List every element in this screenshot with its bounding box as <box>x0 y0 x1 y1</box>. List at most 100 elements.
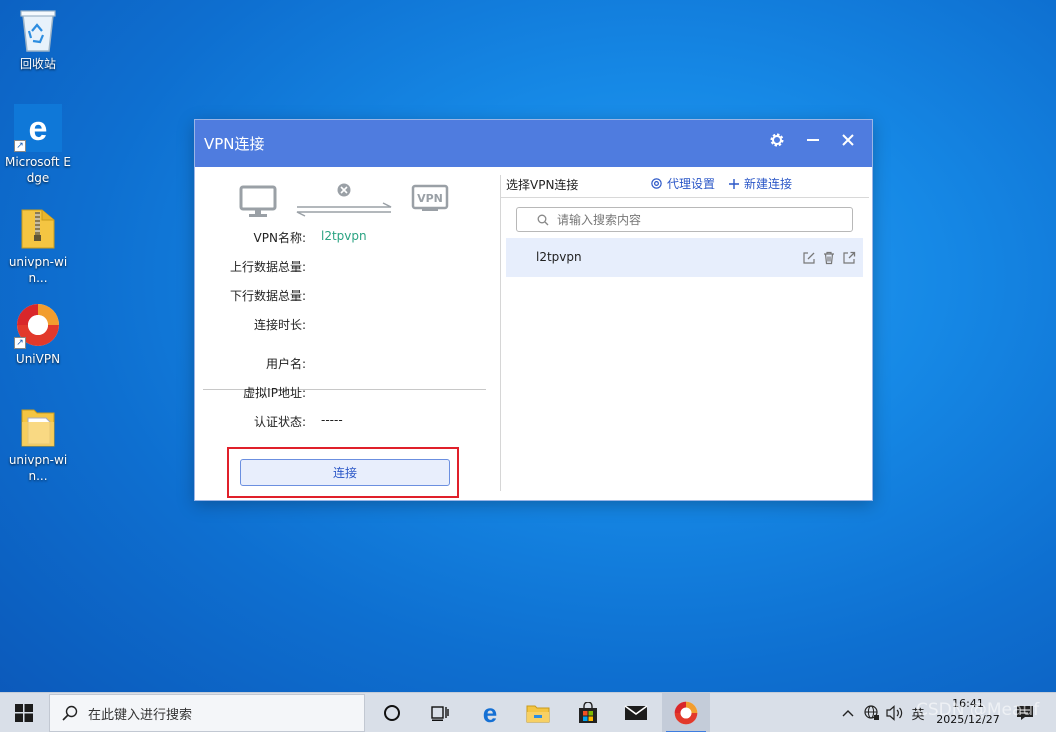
edge-icon: e ↗ <box>14 104 62 152</box>
new-connection-label: 新建连接 <box>744 177 793 191</box>
show-hidden-icons-button[interactable] <box>838 693 858 732</box>
upload-total-label: 上行数据总量: <box>229 260 306 274</box>
vpn-name-row: VPN名称: l2tpvpn <box>195 229 500 247</box>
open-external-icon[interactable] <box>842 251 856 265</box>
window-title: VPN连接 <box>204 135 265 153</box>
download-total-label: 下行数据总量: <box>229 289 306 303</box>
univpn-app-icon: ↗ <box>14 301 62 349</box>
auth-status-row: 认证状态: ----- <box>195 413 500 431</box>
windows-logo-icon <box>15 704 33 722</box>
taskbar-store-button[interactable] <box>564 693 612 732</box>
taskbar-file-explorer-button[interactable] <box>514 693 562 732</box>
download-total-row: 下行数据总量: <box>195 287 500 305</box>
desktop-icon-label: 回收站 <box>19 57 56 71</box>
univpn-app-icon <box>674 701 698 725</box>
svg-text:e: e <box>483 701 497 725</box>
speaker-icon <box>886 705 903 721</box>
desktop-icon-label: univpn-win... <box>8 453 68 483</box>
connection-duration-label: 连接时长: <box>253 318 306 332</box>
taskbar-mail-button[interactable] <box>612 693 660 732</box>
store-icon <box>579 702 597 723</box>
taskbar-univpn-button[interactable] <box>662 693 710 732</box>
username-row: 用户名: <box>195 355 500 373</box>
zip-folder-icon <box>14 204 62 252</box>
network-globe-icon <box>864 705 879 720</box>
svg-text:e: e <box>29 111 48 145</box>
connection-name: l2tpvpn <box>536 250 582 264</box>
vpn-server-icon: VPN <box>411 184 449 211</box>
input-method-indicator[interactable]: 英 <box>907 693 929 732</box>
vpn-name-value: l2tpvpn <box>321 229 367 243</box>
vpn-selection-header: 选择VPN连接 代理设置 新建连接 <box>501 167 869 198</box>
connect-button[interactable]: 连接 <box>240 459 450 486</box>
recycle-bin-icon <box>14 6 62 54</box>
disconnected-link-icon <box>296 183 392 217</box>
username-label: 用户名: <box>265 357 306 371</box>
delete-icon[interactable] <box>822 251 836 265</box>
connection-duration-row: 连接时长: <box>195 316 500 334</box>
vpn-selection-panel: 选择VPN连接 代理设置 新建连接 l2 <box>501 167 874 502</box>
chevron-up-icon <box>842 710 854 717</box>
desktop-icon-recycle-bin[interactable]: 回收站 <box>2 6 74 72</box>
upload-total-row: 上行数据总量: <box>195 258 500 276</box>
search-icon <box>62 705 78 721</box>
taskbar-search-placeholder: 在此键入进行搜索 <box>88 707 193 723</box>
cortana-button[interactable] <box>368 693 416 732</box>
svg-text:VPN: VPN <box>417 192 443 205</box>
task-view-button[interactable] <box>416 693 464 732</box>
auth-status-value: ----- <box>321 413 343 427</box>
virtual-ip-row: 虚拟IP地址: <box>195 384 500 402</box>
volume-button[interactable] <box>884 693 906 732</box>
vpn-connection-window: VPN 连接 VPN VPN名称: l2tpvpn 上行数据总量: 下行数据总量:… <box>194 119 873 501</box>
shortcut-arrow-icon: ↗ <box>14 337 26 349</box>
notification-icon <box>1017 706 1033 720</box>
search-icon <box>537 214 549 225</box>
connection-diagram: VPN <box>237 181 457 221</box>
vpn-name-label: VPN名称: <box>253 231 306 245</box>
clock-date: 2025/12/27 <box>936 713 1000 726</box>
desktop-icon-label: UniVPN <box>15 352 61 366</box>
connection-list-item[interactable]: l2tpvpn <box>506 238 863 277</box>
clock-time: 16:41 <box>952 697 984 710</box>
close-button[interactable] <box>835 127 861 153</box>
window-titlebar[interactable]: VPN连接 <box>195 120 872 167</box>
computer-icon <box>239 185 277 217</box>
action-center-button[interactable] <box>1010 693 1040 732</box>
folder-icon <box>14 402 62 450</box>
network-button[interactable] <box>861 693 883 732</box>
edge-icon: e <box>483 701 497 725</box>
connection-search-box[interactable] <box>516 207 853 232</box>
vpn-selection-title: 选择VPN连接 <box>506 178 579 192</box>
connection-status-panel: VPN VPN名称: l2tpvpn 上行数据总量: 下行数据总量: 连接时长:… <box>195 167 500 502</box>
new-connection-link[interactable]: 新建连接 <box>728 175 792 192</box>
desktop-icon-univpn[interactable]: ↗ UniVPN <box>2 301 74 367</box>
mail-icon <box>624 705 648 720</box>
proxy-settings-label: 代理设置 <box>667 177 716 191</box>
taskbar-edge-button[interactable]: e <box>466 693 514 732</box>
auth-status-label: 认证状态: <box>253 415 306 429</box>
taskbar-clock[interactable]: 16:41 2025/12/27 <box>930 696 1006 728</box>
minimize-button[interactable] <box>800 127 826 153</box>
close-icon <box>842 134 854 146</box>
cortana-icon <box>384 705 400 721</box>
task-view-icon <box>431 706 449 721</box>
edit-icon[interactable] <box>802 251 816 265</box>
desktop-icon-label: Microsoft Edge <box>4 155 71 185</box>
desktop-icon-univpn-installer-2[interactable]: univpn-win... <box>2 402 74 484</box>
gear-icon <box>651 178 662 189</box>
desktop-icon-univpn-installer-1[interactable]: univpn-win... <box>2 204 74 286</box>
start-button[interactable] <box>0 693 48 732</box>
taskbar: 在此键入进行搜索 e 英 16:41 2025/12/27 <box>0 692 1056 732</box>
file-explorer-icon <box>526 705 550 723</box>
taskbar-search-box[interactable]: 在此键入进行搜索 <box>49 694 365 732</box>
connection-search-input[interactable] <box>557 212 837 227</box>
settings-button[interactable] <box>764 127 790 153</box>
virtual-ip-label: 虚拟IP地址: <box>243 386 306 400</box>
minimize-icon <box>807 139 819 141</box>
desktop-icon-edge[interactable]: e ↗ Microsoft Edge <box>2 104 74 186</box>
gear-icon <box>770 133 784 147</box>
proxy-settings-link[interactable]: 代理设置 <box>650 175 715 192</box>
desktop-icon-label: univpn-win... <box>8 255 68 285</box>
shortcut-arrow-icon: ↗ <box>14 140 26 152</box>
plus-icon <box>729 178 739 189</box>
